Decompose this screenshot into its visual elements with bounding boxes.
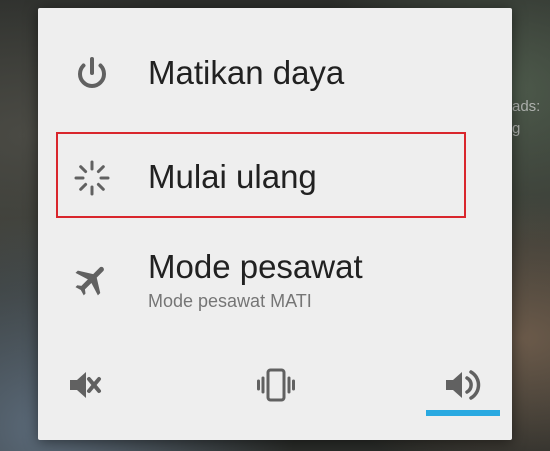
restart-item[interactable]: Mulai ulang	[38, 126, 512, 226]
airplane-mode-label: Mode pesawat	[148, 248, 363, 285]
mute-button[interactable]	[54, 360, 114, 410]
power-menu-dialog: Matikan daya Mulai ulang Mode pesawat Mo…	[38, 8, 512, 440]
restart-icon	[72, 158, 112, 198]
airplane-icon	[72, 260, 112, 300]
background-partial-text: ads:	[512, 98, 541, 115]
restart-label: Mulai ulang	[148, 158, 317, 195]
airplane-mode-status: Mode pesawat MATI	[148, 291, 312, 311]
power-off-label: Matikan daya	[148, 54, 345, 91]
power-icon	[72, 54, 112, 94]
sound-on-button[interactable]	[432, 360, 492, 410]
power-off-item[interactable]: Matikan daya	[38, 22, 512, 122]
sound-mode-bar	[38, 348, 512, 438]
background-partial-text: g	[512, 120, 521, 137]
airplane-mode-item[interactable]: Mode pesawat Mode pesawat MATI	[38, 228, 512, 328]
sound-mode-selected-indicator	[426, 410, 500, 416]
vibrate-button[interactable]	[246, 360, 306, 410]
